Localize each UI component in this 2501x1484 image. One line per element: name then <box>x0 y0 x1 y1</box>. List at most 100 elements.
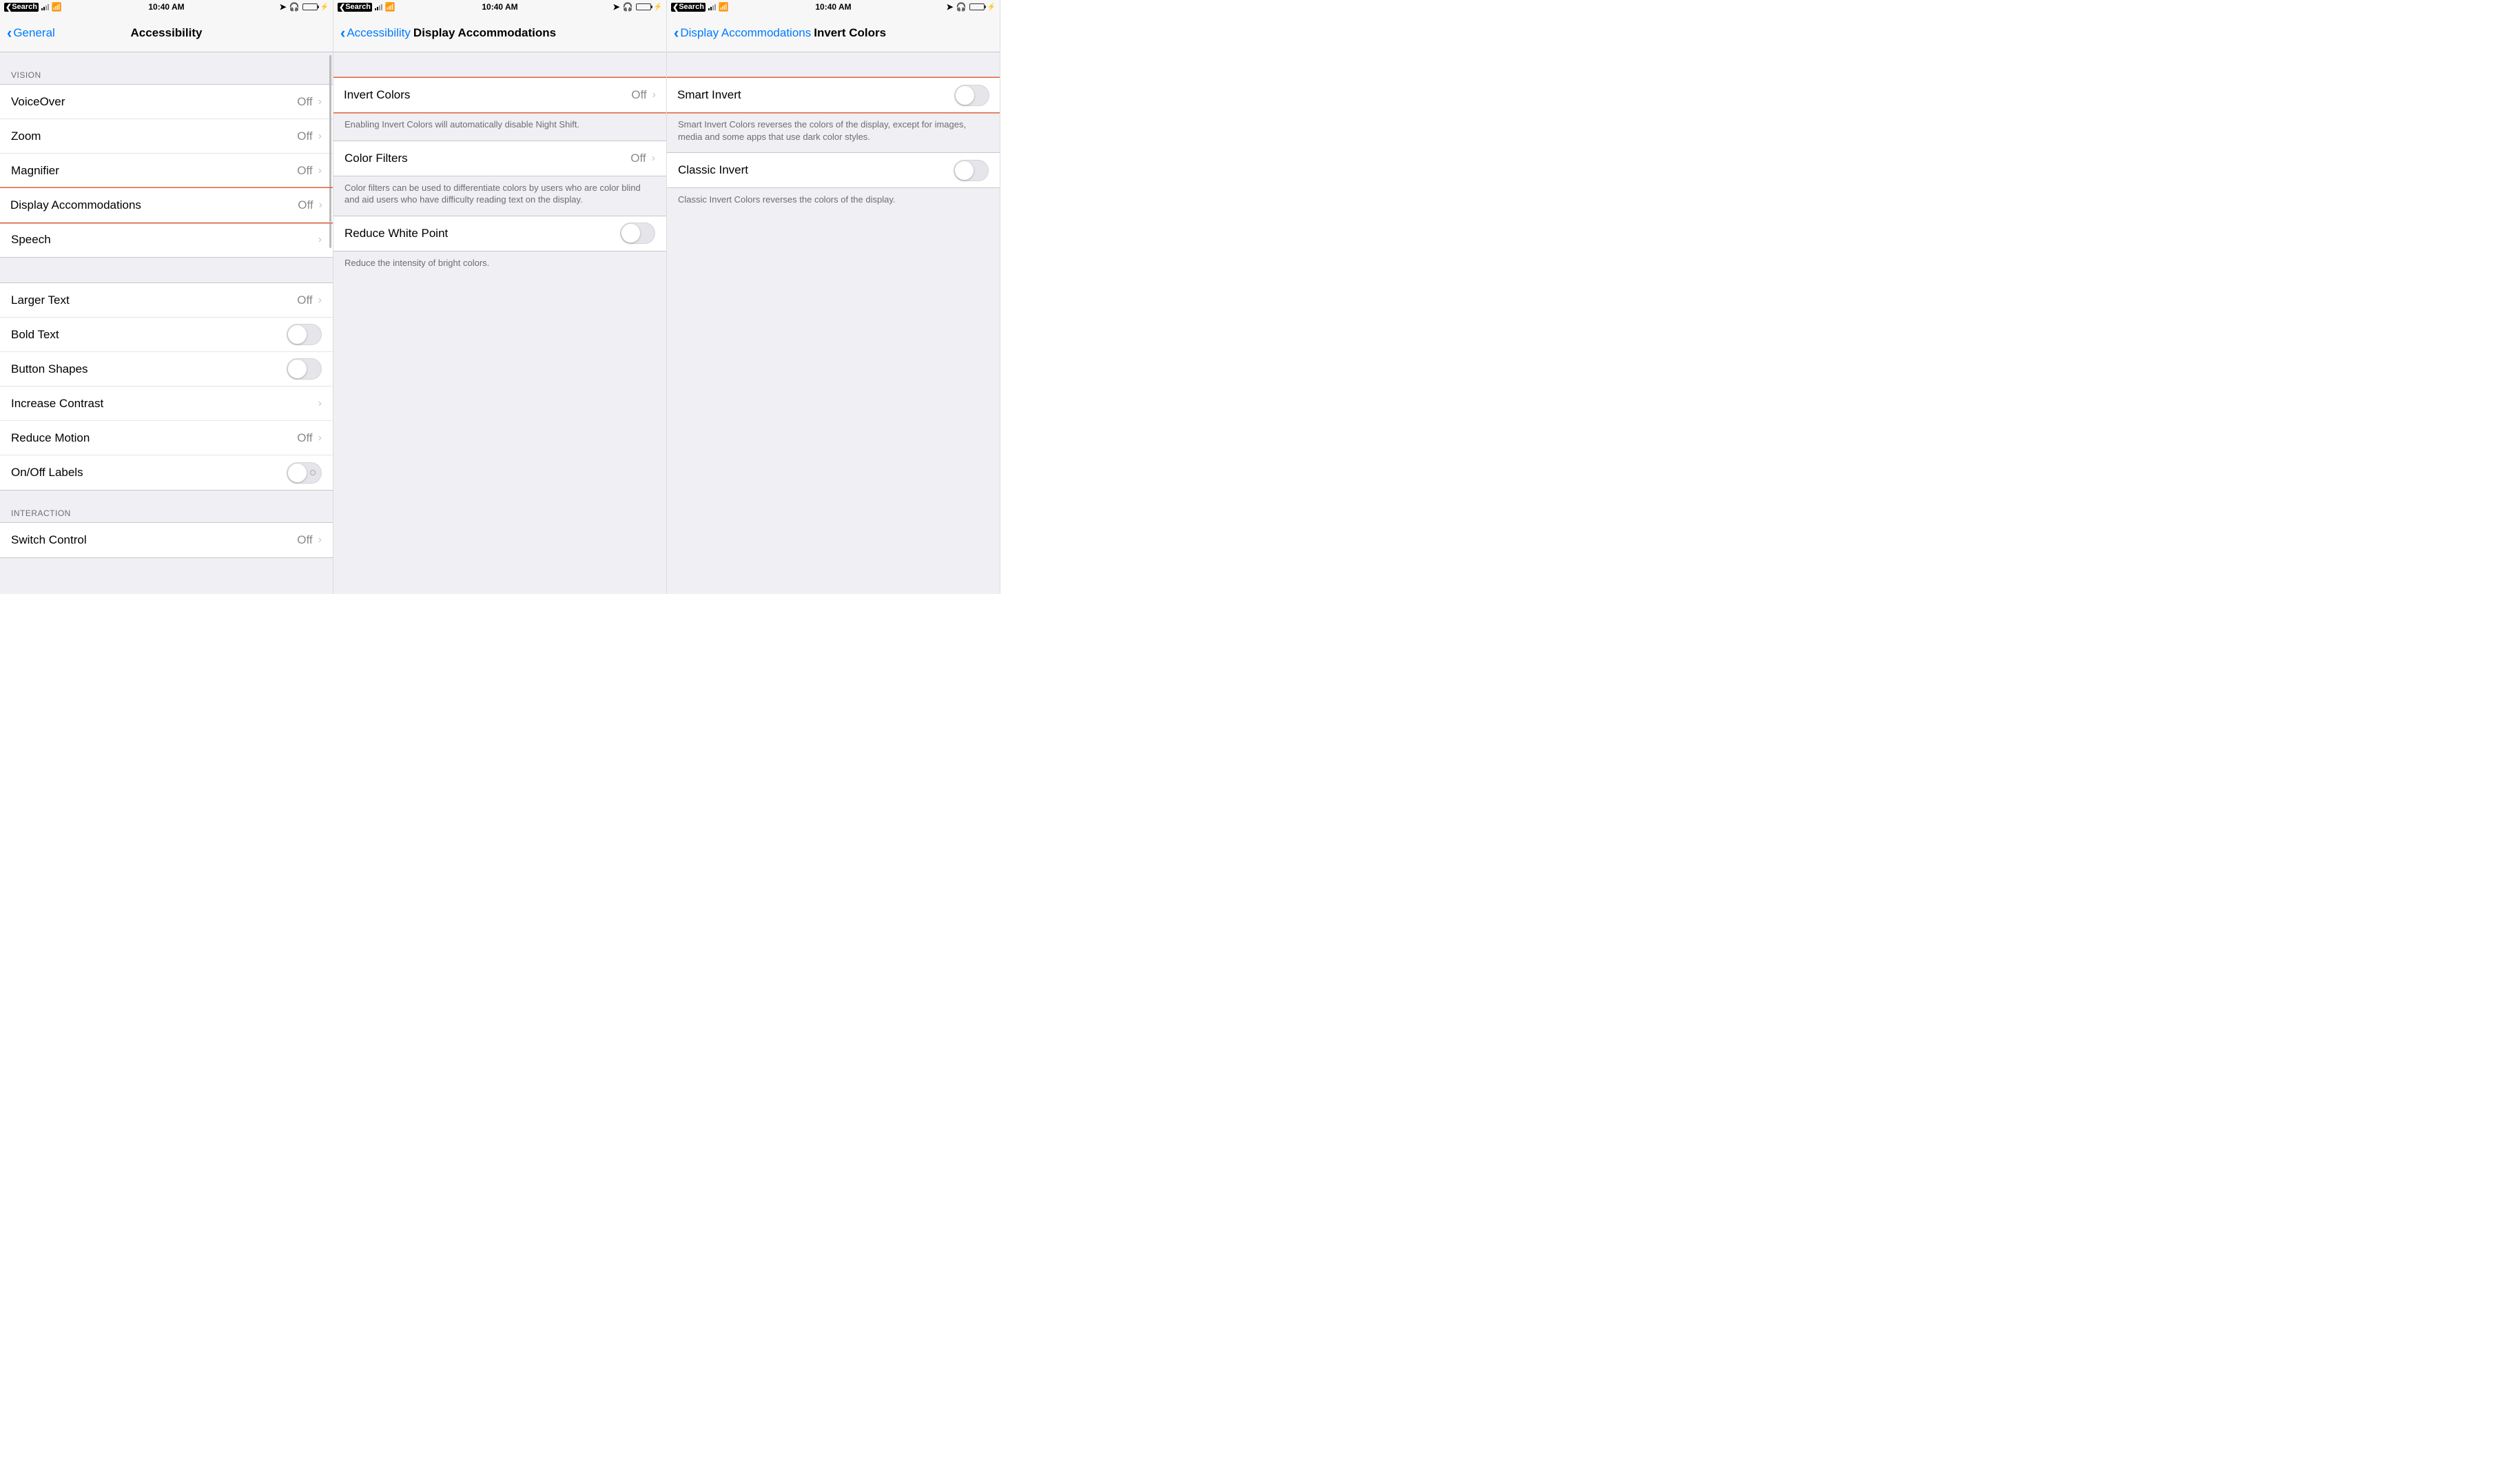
toggle-onoff-labels[interactable] <box>287 462 322 484</box>
cell-label: Magnifier <box>11 164 59 178</box>
page-title: Display Accommodations <box>413 26 556 40</box>
signal-icon <box>375 3 382 10</box>
cell-value: Off <box>631 88 646 102</box>
cell-label: Zoom <box>11 130 41 143</box>
toggle-smart-invert[interactable] <box>954 85 989 106</box>
cell-label: Smart Invert <box>677 88 741 102</box>
wifi-icon: 📶 <box>52 2 62 12</box>
cell-onoff-labels[interactable]: On/Off Labels <box>0 455 333 490</box>
location-icon: ➤ <box>613 2 620 12</box>
location-icon: ➤ <box>947 2 954 12</box>
footer-note-filters: Color filters can be used to differentia… <box>333 176 666 216</box>
group-filters: Color Filters Off › <box>333 141 666 176</box>
cell-larger-text[interactable]: Larger Text Off› <box>0 283 333 318</box>
cell-label: Button Shapes <box>11 362 88 376</box>
cell-label: Speech <box>11 233 51 247</box>
page-title: Invert Colors <box>814 26 886 40</box>
cell-value: Off <box>297 130 312 143</box>
page-title: Accessibility <box>131 26 203 40</box>
content-scroll[interactable]: Smart Invert Smart Invert Colors reverse… <box>667 52 1000 594</box>
toggle-classic-invert[interactable] <box>954 160 989 181</box>
content-scroll[interactable]: VISION VoiceOver Off› Zoom Off› Magnifie… <box>0 52 333 594</box>
status-time: 10:40 AM <box>148 2 184 12</box>
back-label: Display Accommodations <box>680 26 811 40</box>
location-icon: ➤ <box>280 2 287 12</box>
footer-note-smart: Smart Invert Colors reverses the colors … <box>667 113 1000 152</box>
back-to-search-pill[interactable]: ❮Search <box>4 3 39 12</box>
chevron-left-icon: ‹ <box>674 24 679 42</box>
back-to-search-pill[interactable]: ❮Search <box>338 3 372 12</box>
chevron-right-icon: › <box>318 165 322 177</box>
cell-increase-contrast[interactable]: Increase Contrast › <box>0 387 333 421</box>
headphones-icon: 🎧 <box>623 2 633 12</box>
battery-icon <box>636 3 651 10</box>
back-app-label: Search <box>679 3 704 11</box>
cell-magnifier[interactable]: Magnifier Off› <box>0 154 333 188</box>
cell-label: Classic Invert <box>678 163 748 177</box>
wifi-icon: 📶 <box>385 2 395 12</box>
back-button[interactable]: ‹ Accessibility <box>340 24 411 42</box>
group-text: Larger Text Off› Bold Text Button Shapes… <box>0 282 333 491</box>
chevron-right-icon: › <box>652 152 655 165</box>
cell-label: Reduce Motion <box>11 431 90 445</box>
cell-label: VoiceOver <box>11 95 65 109</box>
back-app-label: Search <box>12 3 37 11</box>
cell-invert-colors[interactable]: Invert Colors Off› <box>333 78 666 112</box>
group-rwp: Reduce White Point <box>333 216 666 251</box>
group-vision: VoiceOver Off› Zoom Off› Magnifier Off› … <box>0 84 333 258</box>
cell-speech[interactable]: Speech › <box>0 223 333 257</box>
group-smart-invert: Smart Invert <box>667 77 1000 113</box>
headphones-icon: 🎧 <box>956 2 967 12</box>
status-time: 10:40 AM <box>815 2 851 12</box>
chevron-right-icon: › <box>318 398 322 410</box>
cell-value: Off <box>630 152 646 165</box>
chevron-right-icon: › <box>318 294 322 307</box>
cell-zoom[interactable]: Zoom Off› <box>0 119 333 154</box>
cell-label: Bold Text <box>11 328 59 342</box>
nav-bar: ‹ Display Accommodations Invert Colors <box>667 14 1000 52</box>
toggle-bold-text[interactable] <box>287 324 322 345</box>
section-header-interaction: INTERACTION <box>0 491 333 522</box>
cell-reduce-white-point[interactable]: Reduce White Point <box>333 216 666 251</box>
cell-button-shapes[interactable]: Button Shapes <box>0 352 333 387</box>
wifi-icon: 📶 <box>719 2 729 12</box>
signal-icon <box>41 3 49 10</box>
group-classic-invert: Classic Invert <box>667 152 1000 188</box>
cell-value: Off <box>297 95 312 109</box>
back-to-search-pill[interactable]: ❮Search <box>671 3 706 12</box>
nav-bar: ‹ General Accessibility <box>0 14 333 52</box>
cell-classic-invert[interactable]: Classic Invert <box>667 153 1000 187</box>
cell-label: Color Filters <box>344 152 408 165</box>
cell-color-filters[interactable]: Color Filters Off › <box>333 141 666 176</box>
back-button[interactable]: ‹ General <box>7 24 55 42</box>
cell-label: Larger Text <box>11 293 70 307</box>
cell-smart-invert[interactable]: Smart Invert <box>667 78 1000 112</box>
cell-value: Off <box>298 198 313 212</box>
cell-voiceover[interactable]: VoiceOver Off› <box>0 85 333 119</box>
status-bar: ❮Search 📶 10:40 AM ➤ 🎧 ⚡ <box>667 0 1000 14</box>
cell-label: Increase Contrast <box>11 397 103 411</box>
cell-reduce-motion[interactable]: Reduce Motion Off› <box>0 421 333 455</box>
cell-label: Reduce White Point <box>344 227 448 240</box>
battery-icon <box>969 3 985 10</box>
group-interaction: Switch Control Off› <box>0 522 333 558</box>
cell-bold-text[interactable]: Bold Text <box>0 318 333 352</box>
back-button[interactable]: ‹ Display Accommodations <box>674 24 811 42</box>
back-label: General <box>13 26 54 40</box>
back-label: Accessibility <box>347 26 411 40</box>
nav-bar: ‹ Accessibility Display Accommodations <box>333 14 666 52</box>
footer-note-rwp: Reduce the intensity of bright colors. <box>333 251 666 279</box>
headphones-icon: 🎧 <box>289 2 300 12</box>
charging-icon: ⚡ <box>987 3 996 11</box>
group-invert: Invert Colors Off› <box>333 77 666 113</box>
toggle-reduce-white-point[interactable] <box>620 223 655 244</box>
cell-value: Off <box>297 533 312 547</box>
cell-display-accommodations[interactable]: Display Accommodations Off› <box>0 188 333 223</box>
cell-label: Invert Colors <box>344 88 410 102</box>
cell-value: Off <box>297 431 312 445</box>
status-bar: ❮Search 📶 10:40 AM ➤ 🎧 ⚡ <box>333 0 666 14</box>
chevron-right-icon: › <box>318 234 322 246</box>
cell-switch-control[interactable]: Switch Control Off› <box>0 523 333 557</box>
toggle-button-shapes[interactable] <box>287 358 322 380</box>
content-scroll[interactable]: Invert Colors Off› Enabling Invert Color… <box>333 52 666 594</box>
